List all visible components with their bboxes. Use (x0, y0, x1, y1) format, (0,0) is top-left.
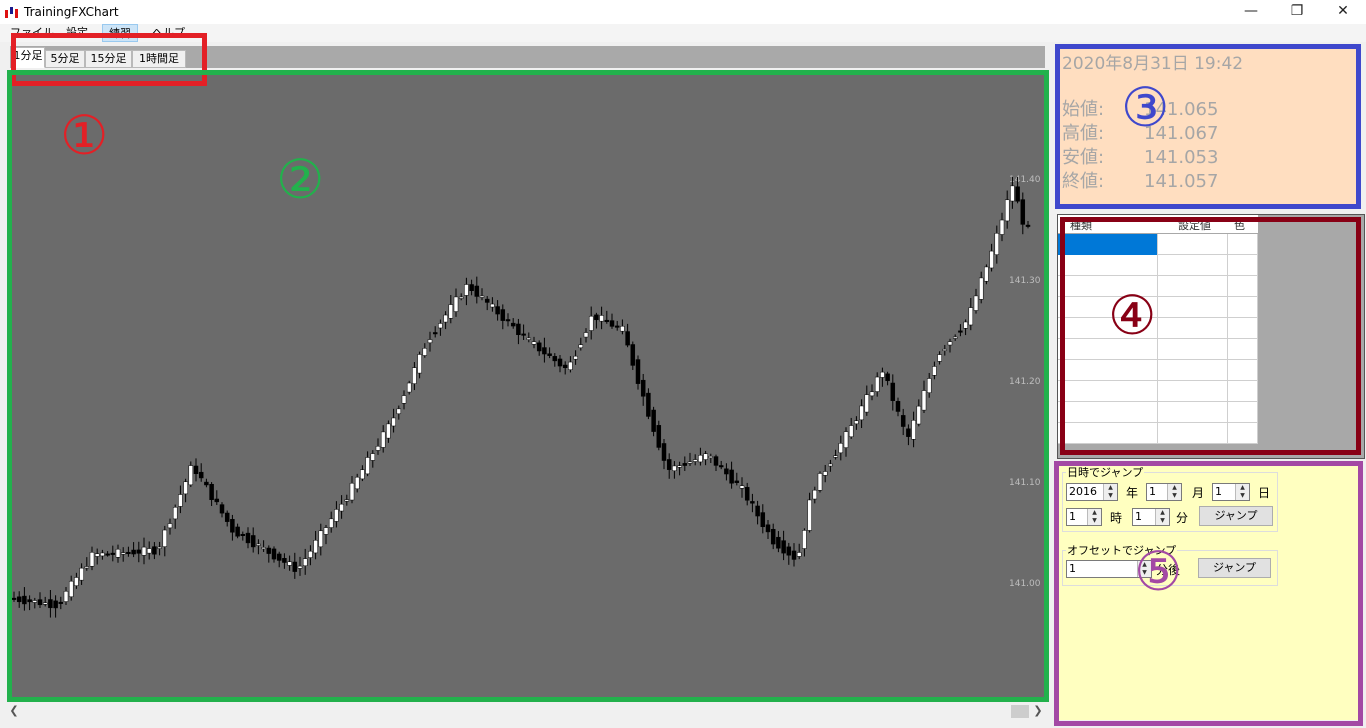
scroll-left-icon[interactable]: ❮ (6, 703, 22, 720)
callout-number-2: ② (276, 148, 325, 211)
callout-box-5 (1054, 461, 1363, 726)
callout-number-1: ① (60, 104, 109, 167)
close-button[interactable]: ✕ (1320, 0, 1366, 24)
restore-button[interactable]: ❐ (1274, 0, 1320, 24)
minimize-button[interactable]: — (1228, 0, 1274, 24)
callout-number-5: ⑤ (1134, 540, 1183, 603)
callout-number-3: ③ (1121, 76, 1170, 139)
app-logo-icon (5, 7, 18, 18)
scroll-thumb[interactable] (1011, 705, 1029, 718)
app-window: TrainingFXChart — ❐ ✕ ファイル 設定 練習 ヘルプ 1分足… (0, 0, 1366, 728)
restore-icon: ❐ (1290, 3, 1304, 19)
callout-box-2 (7, 70, 1049, 702)
scroll-right-icon[interactable]: ❯ (1030, 703, 1046, 720)
callout-box-3 (1055, 44, 1361, 209)
chart-horizontal-scrollbar[interactable]: ❮ ❯ (6, 703, 1046, 720)
title-bar: TrainingFXChart — ❐ ✕ (0, 0, 1366, 24)
callout-number-4: ④ (1108, 284, 1157, 347)
close-icon: ✕ (1337, 3, 1349, 19)
callout-box-4 (1060, 217, 1361, 455)
minimize-icon: — (1244, 3, 1258, 19)
window-title: TrainingFXChart (24, 5, 119, 19)
